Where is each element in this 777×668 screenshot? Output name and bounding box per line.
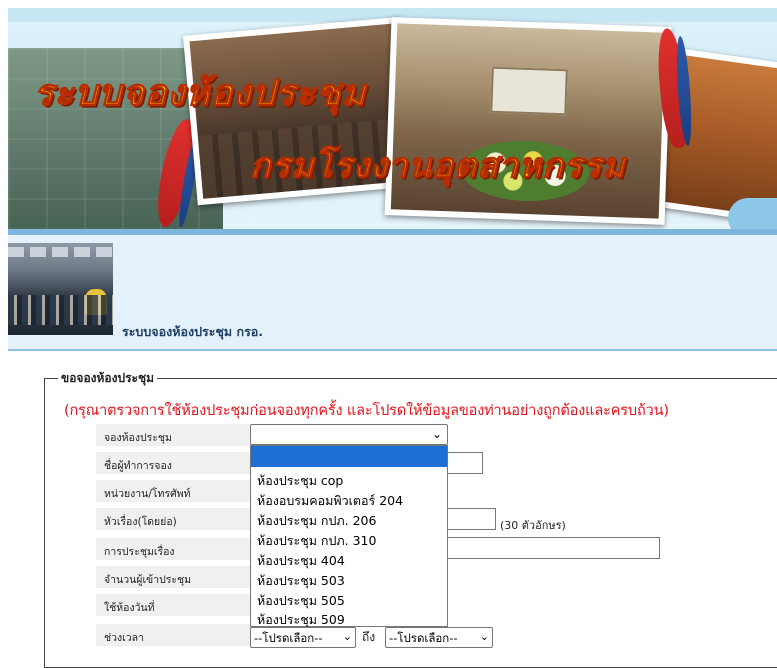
banner-title-line2: กรมโรงงานอุตสาหกรรม <box>249 145 626 186</box>
room-option[interactable]: ห้องประชุม 505 <box>257 591 345 611</box>
banner-title-line1: ระบบจองห้องประชุม <box>33 71 367 114</box>
time-to-label: ถึง <box>362 630 376 644</box>
booker-name-label: ชื่อผู้ทำการจอง <box>104 460 172 472</box>
room-select-dropdown[interactable]: ห้องประชุม cop ห้องอบรมคอมพิวเตอร์ 204 ห… <box>250 445 448 627</box>
room-label: จองห้องประชุม <box>104 432 172 444</box>
use-date-label: ใช้ห้องวันที่ <box>104 602 155 614</box>
time-range-label: ช่วงเวลา <box>104 632 144 644</box>
room-option[interactable]: ห้องประชุม 404 <box>257 551 345 571</box>
banner-photo-conference <box>384 17 672 225</box>
chevron-down-icon: ⌄ <box>342 630 352 643</box>
booking-notice: (กรุณาตรวจการใช้ห้องประชุมก่อนจองทุกครั้… <box>64 403 669 419</box>
banner-cloud <box>728 198 777 230</box>
system-title: ระบบจองห้องประชุม กรอ. <box>122 324 264 339</box>
chevron-down-icon: ⌄ <box>479 630 489 643</box>
chevron-down-icon: ⌄ <box>431 427 442 441</box>
attendees-label: จำนวนผู้เข้าประชุม <box>104 574 192 586</box>
time-to-value: --โปรดเลือก-- <box>389 631 458 645</box>
subject-label: หัวเรื่อง(โดยย่อ) <box>104 516 177 528</box>
room-option[interactable]: ห้องประชุม กปภ. 310 <box>257 531 376 551</box>
room-option[interactable]: ห้องประชุม cop <box>257 471 343 491</box>
subject-length-hint: (30 ตัวอักษร) <box>500 519 566 532</box>
department-phone-label: หน่วยงาน/โทรศัพท์ <box>104 488 191 500</box>
meeting-room-photo <box>8 243 113 335</box>
meeting-topic-label: การประชุมเรื่อง <box>104 546 175 558</box>
time-from-select[interactable]: --โปรดเลือก-- ⌄ <box>250 627 356 648</box>
room-option[interactable]: ห้องประชุม กปภ. 206 <box>257 511 376 531</box>
room-option[interactable]: ห้องอบรมคอมพิวเตอร์ 204 <box>257 491 403 511</box>
room-option[interactable]: ห้องประชุม 503 <box>257 571 345 591</box>
room-option-blank-highlighted[interactable] <box>251 446 447 467</box>
room-select[interactable]: ⌄ <box>250 424 448 445</box>
projector-screen-image <box>490 66 568 116</box>
meeting-topic-input[interactable] <box>420 537 660 559</box>
fieldset-legend: ขอจองห้องประชุม <box>58 369 158 388</box>
header-banner: ระบบจองห้องประชุม กรมโรงงานอุตสาหกรรม <box>8 8 777 230</box>
time-to-select[interactable]: --โปรดเลือก-- ⌄ <box>385 627 493 648</box>
time-from-value: --โปรดเลือก-- <box>254 631 323 645</box>
header-divider <box>8 349 777 351</box>
